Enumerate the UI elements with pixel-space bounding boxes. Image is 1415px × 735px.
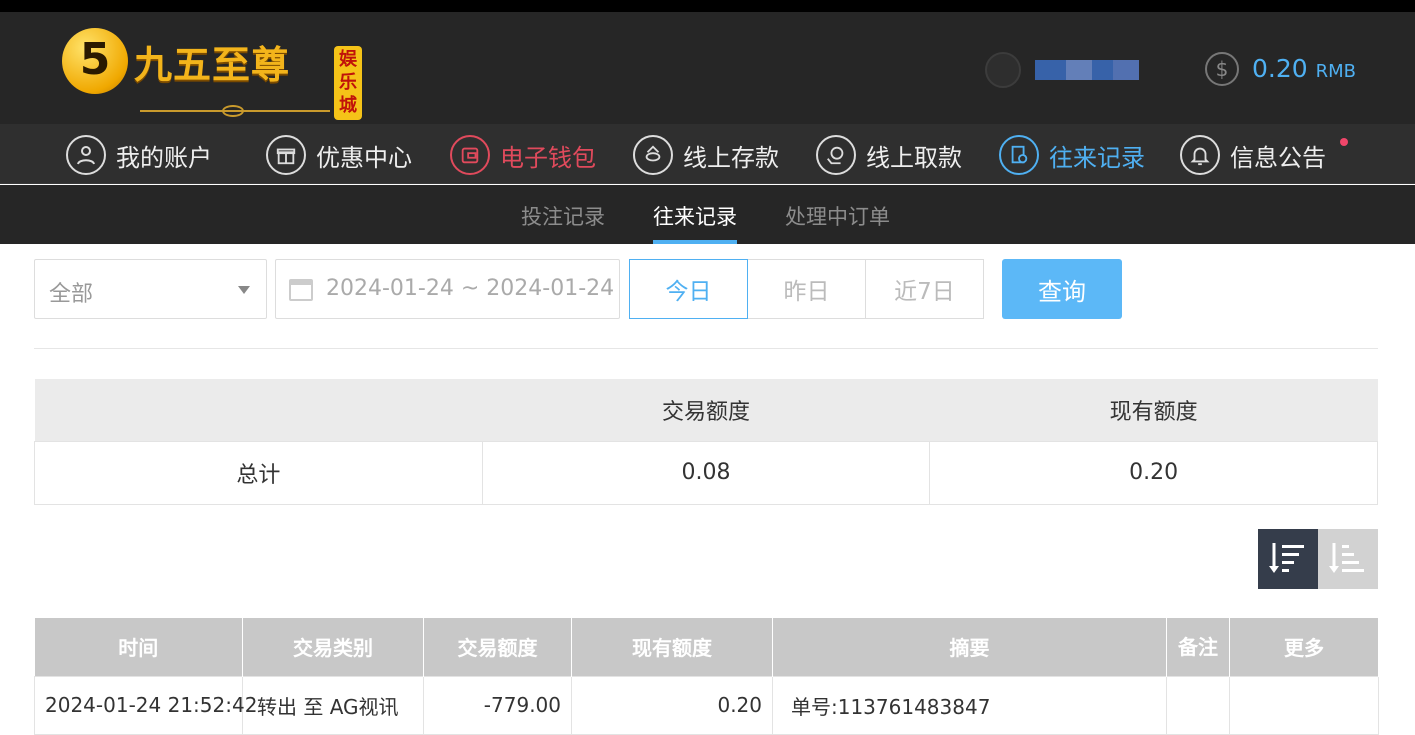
sort-descending-icon — [1269, 543, 1304, 573]
summary-header: 交易额度 — [482, 379, 930, 441]
cell-time: 2024-01-24 21:52:42 — [34, 675, 257, 735]
cell-type: 转出 至 AG视讯 — [242, 675, 424, 735]
top-strip — [0, 0, 1415, 12]
nav-online-deposit[interactable]: 线上存款 — [633, 134, 779, 176]
caret-down-icon — [238, 286, 250, 294]
cell-remark — [1166, 675, 1230, 735]
logo-badge: 娱 乐 城 — [334, 46, 362, 120]
active-tab-indicator — [653, 240, 737, 244]
logo-ornament-swirl — [222, 105, 244, 117]
summary-header: 现有额度 — [929, 379, 1378, 441]
account-balance: 0.20 RMB — [1252, 54, 1356, 83]
nav-label: 往来记录 — [1049, 143, 1145, 172]
nav-my-account[interactable]: 我的账户 — [66, 134, 212, 176]
nav-online-withdraw[interactable]: 线上取款 — [816, 134, 962, 176]
column-header-amount: 交易额度 — [423, 618, 572, 676]
user-icon — [66, 135, 106, 175]
logo-badge-char: 娱 — [339, 49, 357, 70]
sort-descending-button[interactable] — [1258, 529, 1318, 589]
logo[interactable]: 5 九五至尊 娱 乐 城 — [62, 28, 362, 120]
sort-ascending-icon — [1329, 543, 1364, 573]
column-header-remark: 备注 — [1166, 618, 1230, 676]
nav-transaction-records[interactable]: 往来记录 — [999, 134, 1145, 176]
nav-label: 优惠中心 — [316, 143, 412, 172]
site-header: 5 九五至尊 娱 乐 城 — [0, 12, 1415, 124]
logo-badge-char: 乐 — [339, 72, 357, 93]
notification-dot — [1340, 138, 1348, 146]
records-table: 时间 交易类别 交易额度 现有额度 摘要 备注 更多 2024-01-24 21… — [34, 618, 1379, 735]
wallet-icon — [450, 135, 490, 175]
quick-date-group: 今日 昨日 近7日 — [629, 259, 984, 319]
deposit-icon — [633, 135, 673, 175]
calendar-icon — [289, 279, 313, 301]
type-select-value: 全部 — [49, 282, 94, 307]
tab-transaction-records[interactable]: 往来记录 — [653, 201, 737, 231]
gift-icon — [266, 135, 306, 175]
column-header-summary: 摘要 — [772, 618, 1167, 676]
dollar-icon: $ — [1205, 52, 1239, 86]
bell-icon — [1180, 135, 1220, 175]
date-range-value: 2024-01-24 ~ 2024-01-24 — [326, 276, 615, 301]
nav-label: 线上存款 — [683, 143, 779, 172]
query-button[interactable]: 查询 — [1002, 259, 1122, 319]
balance-amount: 0.20 — [1252, 54, 1308, 83]
cell-balance: 0.20 — [571, 675, 773, 735]
summary-total-label: 总计 — [34, 440, 483, 505]
today-button[interactable]: 今日 — [629, 259, 748, 319]
cell-amount: -779.00 — [423, 675, 572, 735]
date-range-input[interactable]: 2024-01-24 ~ 2024-01-24 — [275, 259, 620, 319]
nav-label: 电子钱包 — [500, 143, 596, 172]
username-redacted — [1035, 60, 1139, 80]
logo-text: 九五至尊 — [134, 42, 291, 87]
main-nav: 我的账户 优惠中心 电子钱包 线上存款 线上取款 往来记录 信息公告 — [0, 124, 1415, 184]
nav-label: 线上取款 — [866, 143, 962, 172]
cell-summary: 单号:113761483847 — [772, 675, 1167, 735]
tab-pending-orders[interactable]: 处理中订单 — [785, 201, 890, 231]
tab-bet-records[interactable]: 投注记录 — [521, 201, 605, 231]
records-icon — [999, 135, 1039, 175]
summary-table: 交易额度 现有额度 总计 0.08 0.20 — [34, 379, 1378, 505]
balance-currency: RMB — [1315, 61, 1357, 82]
summary-current-amount: 0.20 — [929, 440, 1378, 505]
summary-transaction-amount: 0.08 — [481, 440, 931, 505]
nav-e-wallet[interactable]: 电子钱包 — [450, 134, 596, 176]
type-select[interactable]: 全部 — [34, 259, 267, 319]
logo-badge-char: 城 — [339, 95, 357, 116]
table-row: 2024-01-24 21:52:42 转出 至 AG视讯 -779.00 0.… — [34, 675, 1379, 735]
avatar[interactable] — [985, 52, 1021, 88]
column-header-more: 更多 — [1229, 618, 1379, 676]
summary-row: 总计 0.08 0.20 — [34, 440, 1378, 505]
nav-promotions[interactable]: 优惠中心 — [266, 134, 412, 176]
withdraw-icon — [816, 135, 856, 175]
yesterday-button[interactable]: 昨日 — [747, 259, 866, 319]
column-header-balance: 现有额度 — [571, 618, 773, 676]
sub-nav: 投注记录 往来记录 处理中订单 — [0, 185, 1415, 244]
nav-announcements[interactable]: 信息公告 — [1180, 134, 1348, 176]
column-header-time: 时间 — [34, 618, 243, 676]
nav-label: 我的账户 — [116, 143, 212, 172]
nav-label: 信息公告 — [1230, 143, 1326, 172]
sort-ascending-button[interactable] — [1318, 529, 1378, 589]
last-7-days-button[interactable]: 近7日 — [865, 259, 984, 319]
summary-header — [34, 379, 483, 441]
column-header-type: 交易类别 — [242, 618, 424, 676]
logo-emblem: 5 — [62, 28, 128, 94]
cell-more[interactable] — [1229, 675, 1379, 735]
divider — [34, 348, 1378, 349]
